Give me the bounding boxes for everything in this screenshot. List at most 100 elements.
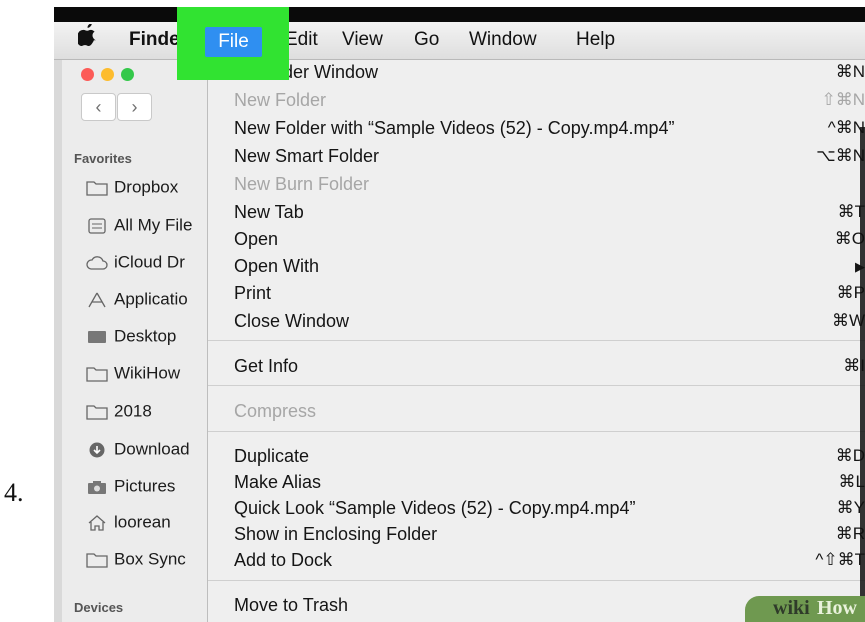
sidebar-item-label: Applicatio (114, 289, 188, 309)
sidebar-item-2018[interactable]: 2018 (86, 401, 216, 431)
menu-item-label: New Folder with “Sample Videos (52) - Co… (234, 118, 675, 138)
menu-item-open[interactable]: Open ⌘O (208, 229, 865, 252)
sidebar-item-label: Pictures (114, 476, 176, 496)
close-window-button[interactable] (81, 68, 94, 81)
menu-item-new-smart-folder[interactable]: New Smart Folder ⌥⌘N (208, 146, 865, 169)
menu-item-new-tab[interactable]: New Tab ⌘T (208, 202, 865, 225)
forward-button[interactable]: › (117, 93, 152, 121)
menu-finder[interactable]: Finde (129, 29, 180, 51)
menu-item-duplicate[interactable]: Duplicate ⌘D (208, 446, 865, 469)
finder-window: ‹ › Favorites Dropbox All My File iCloud… (62, 60, 209, 622)
download-icon (89, 442, 105, 458)
menu-item-shortcut: ⌥⌘N (816, 146, 865, 165)
sidebar-item-downloads[interactable]: Download (86, 439, 216, 469)
menu-item-label: Duplicate (234, 446, 310, 466)
sidebar-heading-devices: Devices (74, 600, 124, 615)
menu-item-label: Quick Look “Sample Videos (52) - Copy.mp… (234, 498, 636, 518)
menu-item-shortcut: ⌘R (835, 524, 865, 543)
sidebar-heading-favorites: Favorites (74, 151, 132, 166)
sidebar-item-label: Desktop (114, 326, 177, 346)
file-menu-dropdown: Finder Window ⌘N New Folder ⇧⌘N New Fold… (208, 60, 865, 622)
menu-separator (208, 340, 865, 341)
menu-file-label: File (218, 31, 249, 52)
apple-logo-icon[interactable] (76, 23, 96, 52)
menu-item-new-burn-folder: New Burn Folder (208, 174, 865, 197)
menu-item-new-folder-with-selection[interactable]: New Folder with “Sample Videos (52) - Co… (208, 118, 865, 141)
menu-item-quick-look[interactable]: Quick Look “Sample Videos (52) - Copy.mp… (208, 498, 865, 521)
menu-item-shortcut: ⌘O (834, 229, 865, 248)
watermark-wiki: wiki (773, 597, 810, 619)
menu-file[interactable]: File (205, 27, 262, 57)
menu-item-label: Get Info (234, 356, 299, 376)
sidebar-item-all-my-files[interactable]: All My File (86, 215, 216, 245)
sidebar-item-box-sync[interactable]: Box Sync (86, 549, 216, 579)
menu-item-print[interactable]: Print ⌘P (208, 283, 865, 306)
menu-view[interactable]: View (342, 29, 383, 51)
menu-item-label: Make Alias (234, 472, 322, 492)
menu-item-shortcut: ⌘Y (836, 498, 865, 517)
sidebar-item-icloud-drive[interactable]: iCloud Dr (86, 252, 216, 282)
menu-item-label: Print (234, 283, 272, 303)
menu-item-compress: Compress (208, 401, 865, 424)
sidebar-item-label: loorean (114, 512, 171, 532)
navigation-buttons: ‹ › (81, 93, 152, 121)
folder-icon (86, 552, 108, 568)
screenshot: Finde Edit View Go Window Help ‹ › Favor… (54, 7, 865, 622)
menu-item-shortcut: ⌘D (835, 446, 865, 465)
menu-item-get-info[interactable]: Get Info ⌘I (208, 356, 865, 379)
sidebar-item-wikihow[interactable]: WikiHow (86, 363, 216, 393)
menu-item-label: Compress (234, 401, 317, 421)
zoom-window-button[interactable] (121, 68, 134, 81)
menu-item-make-alias[interactable]: Make Alias ⌘L (208, 472, 865, 495)
menu-item-shortcut: ⌘N (835, 62, 865, 81)
menu-item-new-folder: New Folder ⇧⌘N (208, 90, 865, 113)
applications-icon (88, 292, 106, 307)
menu-bar: Finde Edit View Go Window Help (54, 22, 865, 60)
wikihow-watermark: wiki How (745, 596, 865, 622)
menu-separator (208, 580, 865, 581)
menu-help[interactable]: Help (576, 29, 615, 51)
minimize-window-button[interactable] (101, 68, 114, 81)
sidebar-item-dropbox[interactable]: Dropbox (86, 177, 216, 207)
submenu-arrow-icon: ▶ (735, 256, 865, 275)
sidebar-item-loorean[interactable]: loorean (86, 512, 216, 542)
sidebar-item-pictures[interactable]: Pictures (86, 476, 216, 506)
menu-item-shortcut: ⌘P (836, 283, 865, 302)
menu-item-close-window[interactable]: Close Window ⌘W (208, 311, 865, 334)
back-button[interactable]: ‹ (81, 93, 116, 121)
sidebar-item-desktop[interactable]: Desktop (86, 326, 216, 356)
folder-icon (86, 366, 108, 382)
menu-item-label: New Burn Folder (234, 174, 370, 194)
menu-item-label: New Smart Folder (234, 146, 380, 166)
menu-item-shortcut: ⌘T (837, 202, 865, 221)
menu-item-open-with[interactable]: Open With ▶ (208, 256, 865, 279)
menu-item-label: Open (234, 229, 279, 249)
menu-item-add-to-dock[interactable]: Add to Dock ^⇧⌘T (208, 550, 865, 573)
menu-item-label: Move to Trash (234, 595, 349, 615)
menu-item-show-in-enclosing-folder[interactable]: Show in Enclosing Folder ⌘R (208, 524, 865, 547)
menu-go[interactable]: Go (414, 29, 439, 51)
menu-edit[interactable]: Edit (285, 29, 318, 51)
menu-item-label: Open With (234, 256, 320, 276)
cloud-icon (86, 255, 108, 270)
sidebar-item-label: iCloud Dr (114, 252, 185, 272)
menu-item-shortcut: ⇧⌘N (821, 90, 865, 109)
folder-icon (86, 404, 108, 420)
home-icon (88, 514, 106, 531)
sidebar-item-label: 2018 (114, 401, 152, 421)
menu-item-shortcut: ^⌘N (827, 118, 865, 137)
sidebar-item-label: Box Sync (114, 549, 186, 569)
folder-icon (86, 180, 108, 196)
menu-item-label: Close Window (234, 311, 350, 331)
menu-item-new-finder-window[interactable]: Finder Window ⌘N (208, 62, 865, 85)
menu-item-label: Show in Enclosing Folder (234, 524, 438, 544)
sidebar-item-applications[interactable]: Applicatio (86, 289, 216, 319)
menu-item-shortcut: ⌘L (838, 472, 865, 491)
background-window-edge (860, 127, 865, 622)
menu-separator (208, 431, 865, 432)
menu-item-label: New Tab (234, 202, 304, 222)
sidebar-item-label: Dropbox (114, 177, 179, 197)
menu-window[interactable]: Window (469, 29, 537, 51)
all-files-icon (88, 217, 106, 234)
top-black-bar (54, 7, 865, 22)
